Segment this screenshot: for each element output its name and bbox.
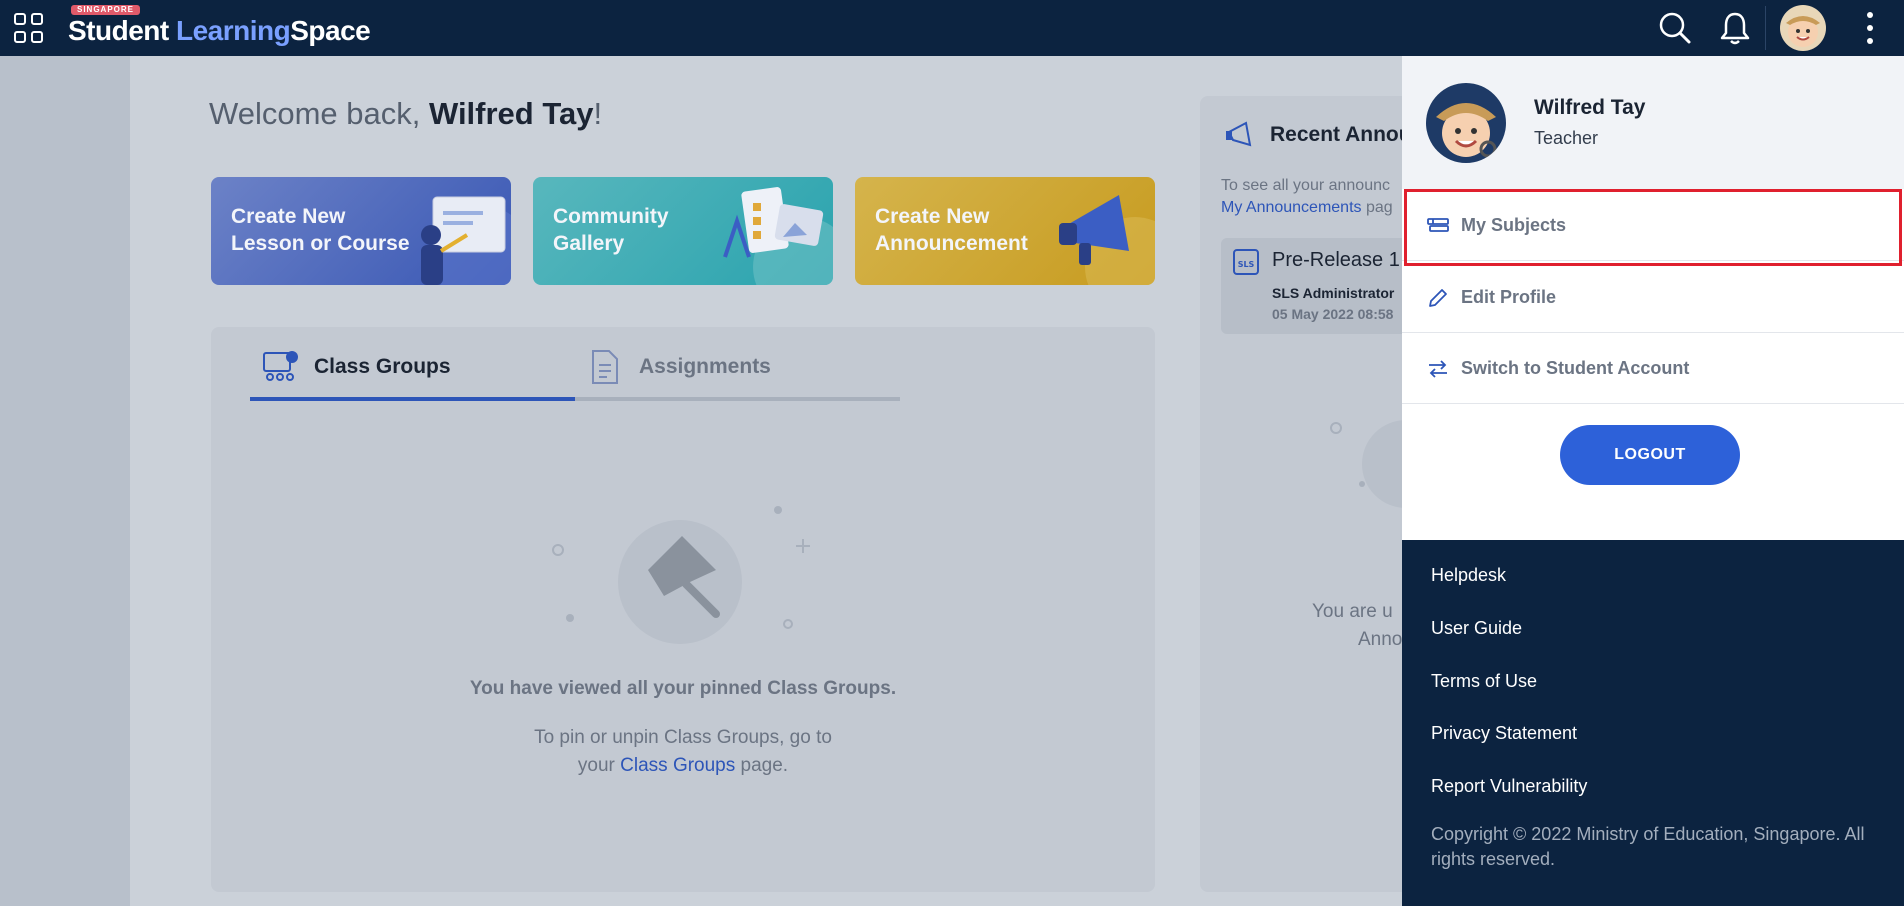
tab-class-groups-label: Class Groups xyxy=(314,355,451,378)
avatar[interactable] xyxy=(1780,5,1826,51)
gallery-checklist-icon xyxy=(723,187,833,285)
welcome-message: Welcome back, Wilfred Tay! xyxy=(209,96,603,131)
privacy-statement-link[interactable]: Privacy Statement xyxy=(1431,723,1577,744)
empty-state-text: To pin or unpin Class Groups, go to your… xyxy=(534,727,832,776)
create-lesson-label: Create New Lesson or Course xyxy=(231,205,410,255)
announcements-empty-text: You are u Anno xyxy=(1312,601,1403,650)
search-icon[interactable] xyxy=(1656,9,1694,47)
announcement-date: 05 May 2022 08:58 xyxy=(1272,306,1394,322)
copyright-text: Copyright © 2022 Ministry of Education, … xyxy=(1431,824,1865,869)
more-options-icon[interactable] xyxy=(1858,10,1882,46)
recent-announcements-title: Recent Annou xyxy=(1270,123,1412,146)
empty-announcement-illustration xyxy=(1330,420,1406,508)
megaphone-icon xyxy=(1059,195,1155,285)
report-vulnerability-link[interactable]: Report Vulnerability xyxy=(1431,776,1587,797)
logo-text: Student LearningSpace xyxy=(68,15,371,46)
user-guide-link[interactable]: User Guide xyxy=(1431,618,1522,639)
terms-of-use-link[interactable]: Terms of Use xyxy=(1431,671,1537,692)
helpdesk-link[interactable]: Helpdesk xyxy=(1431,565,1506,586)
sls-badge-icon: SLS xyxy=(1233,249,1259,275)
empty-state-title: You have viewed all your pinned Class Gr… xyxy=(469,678,897,699)
announcements-subtext: To see all your announc My Announcements… xyxy=(1221,177,1393,216)
announcement-author: SLS Administrator xyxy=(1272,285,1395,301)
top-navigation-bar: SINGAPORE Student LearningSpace xyxy=(0,0,1904,56)
announcement-title: Pre-Release 1 xyxy=(1272,249,1400,271)
tab-assignments-label: Assignments xyxy=(639,355,771,378)
create-announcement-label: Create New Announcement xyxy=(875,205,1028,255)
pushpin-icon xyxy=(552,506,810,644)
topbar-divider xyxy=(1765,6,1766,50)
class-group-icon xyxy=(263,351,298,381)
apps-grid-icon[interactable] xyxy=(14,13,44,43)
tab-class-groups[interactable]: Class Groups xyxy=(250,345,575,401)
svg-text:SLS: SLS xyxy=(1238,260,1255,269)
assignment-doc-icon xyxy=(592,350,618,384)
drawer-footer-links: Helpdesk User Guide Terms of Use Privacy… xyxy=(1402,56,1904,906)
tab-assignments[interactable]: Assignments xyxy=(575,345,900,401)
my-announcements-link[interactable]: My Announcements xyxy=(1221,199,1362,216)
create-lesson-card[interactable]: Create New Lesson or Course xyxy=(211,177,511,285)
megaphone-icon xyxy=(1226,121,1252,147)
community-gallery-card[interactable]: Community Gallery xyxy=(533,177,833,285)
create-announcement-card[interactable]: Create New Announcement xyxy=(855,177,1155,285)
bell-icon[interactable] xyxy=(1716,9,1754,47)
logo-country: SINGAPORE xyxy=(71,5,141,15)
class-groups-link[interactable]: Class Groups xyxy=(620,755,735,776)
whiteboard-teacher-icon xyxy=(421,196,511,285)
